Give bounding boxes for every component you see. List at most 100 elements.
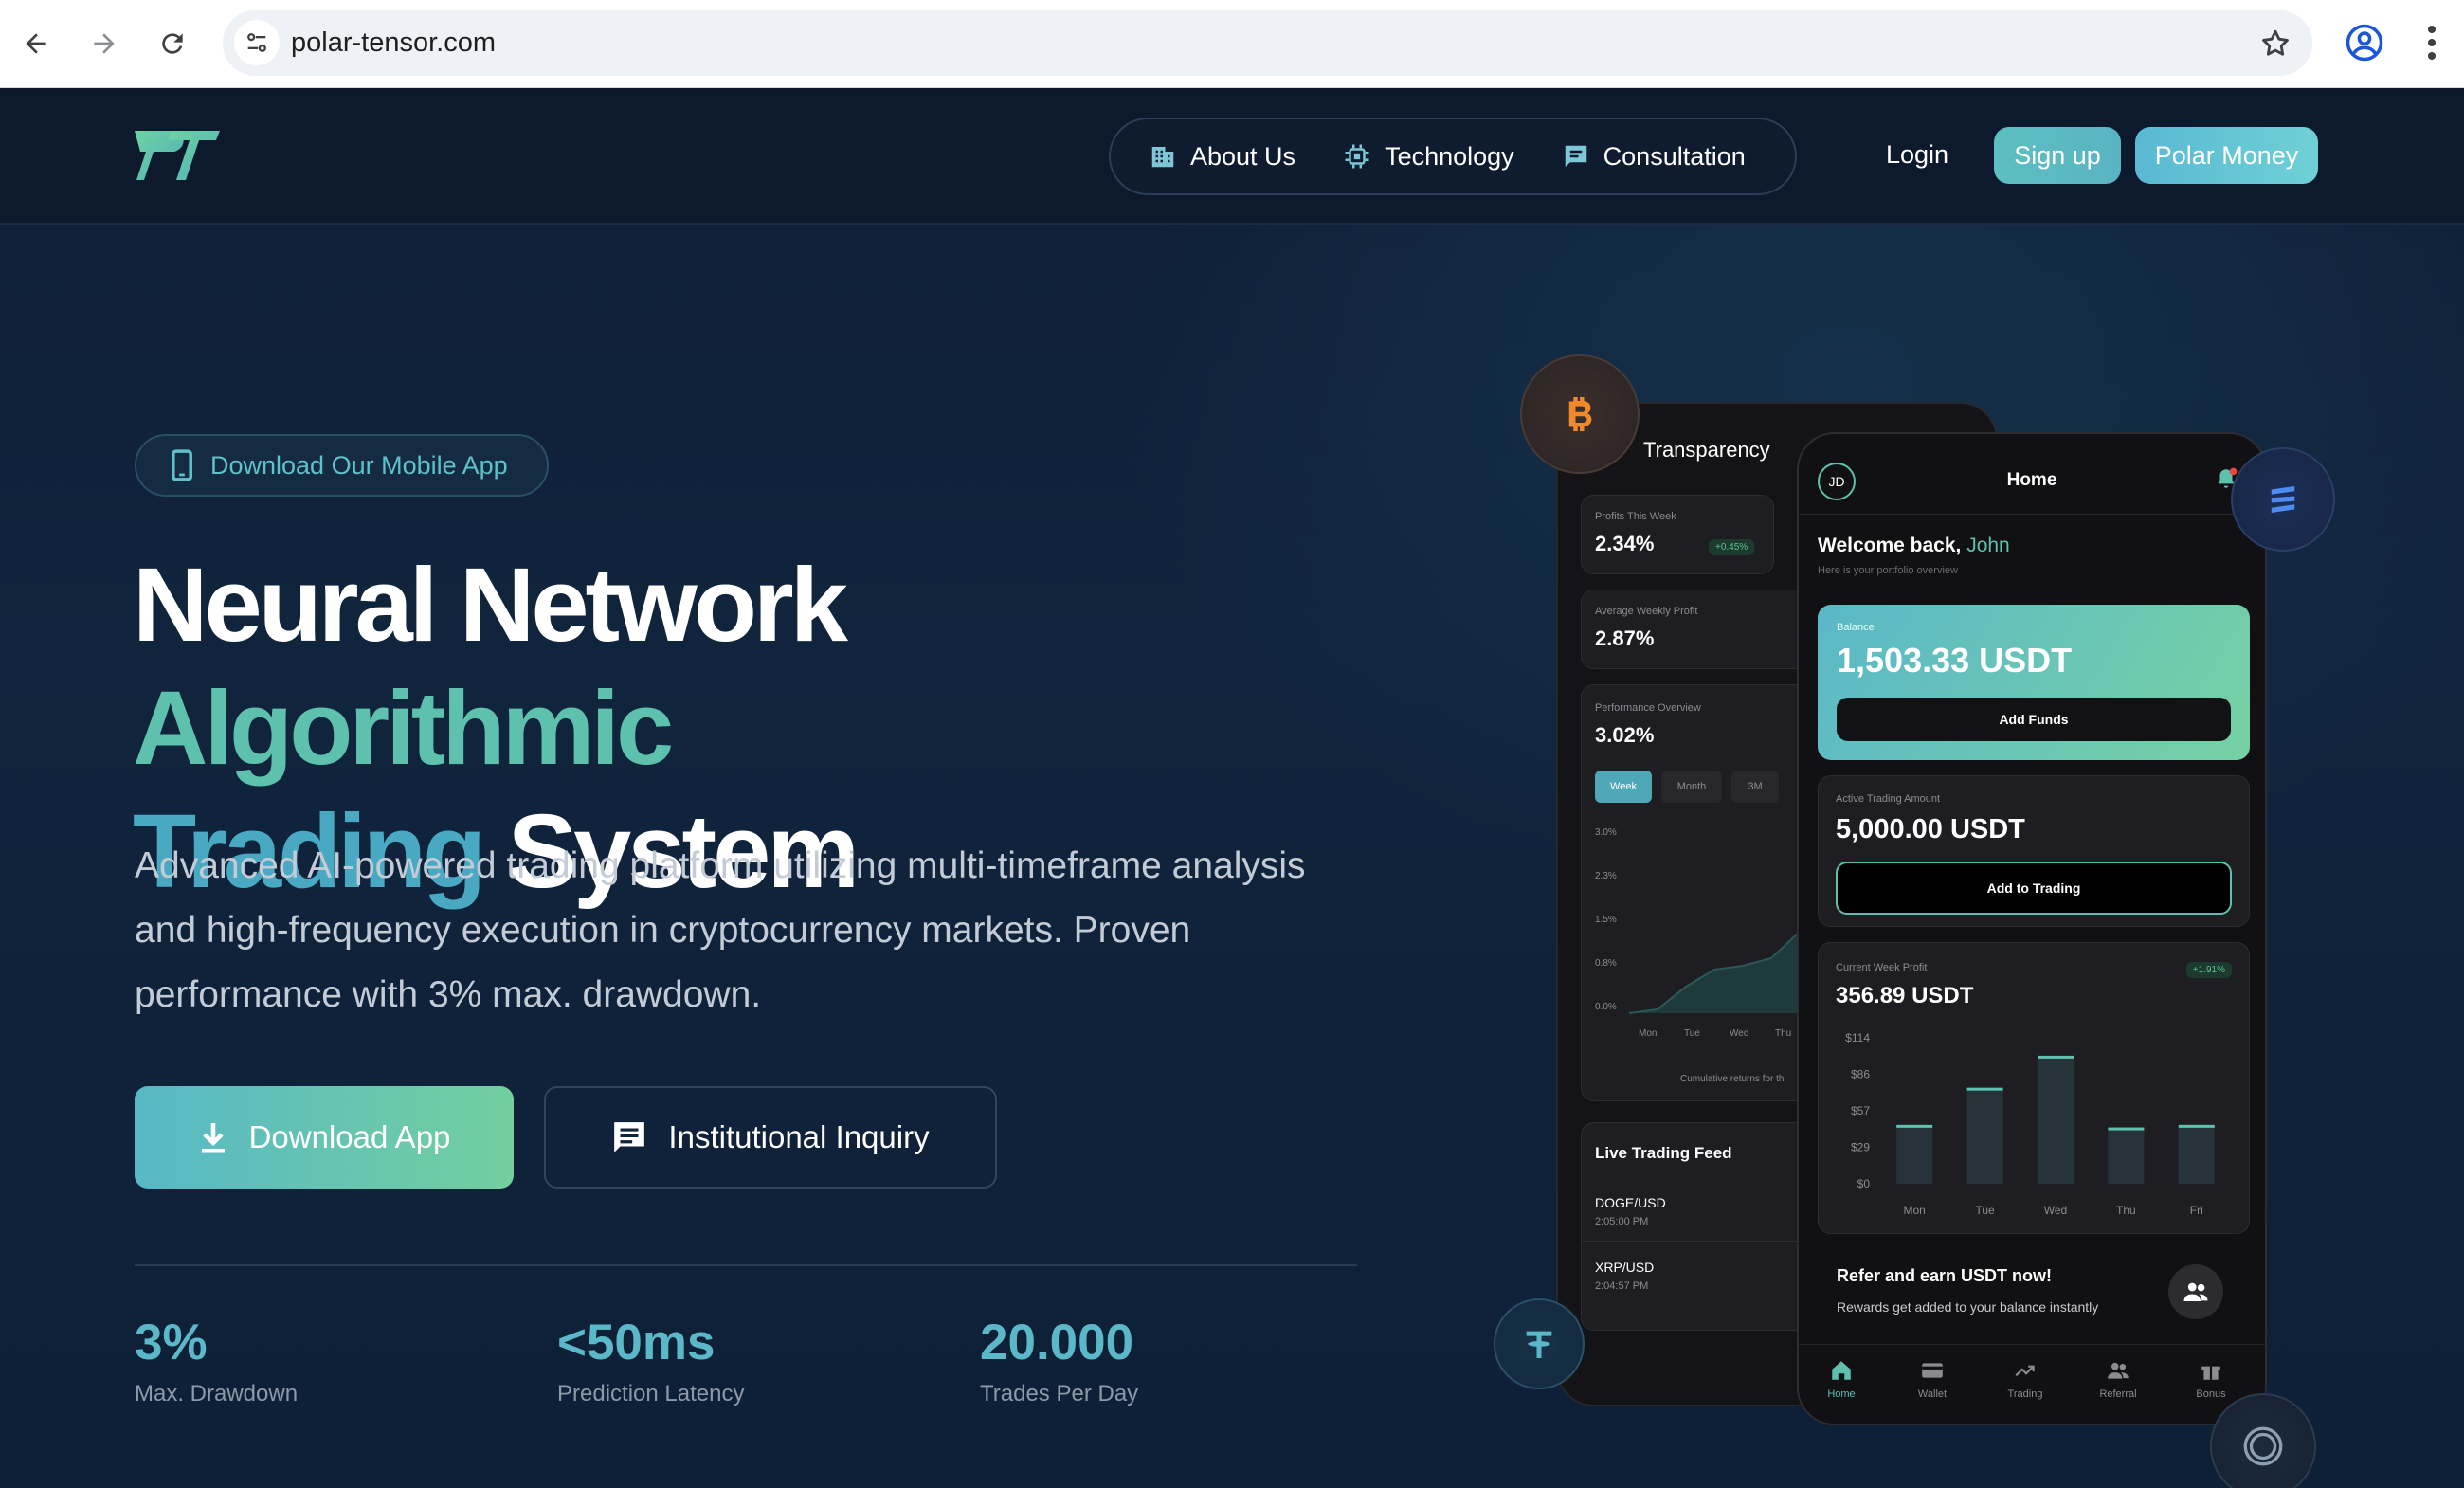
user-name: John	[1966, 535, 2010, 556]
tab-label: Home	[1827, 1388, 1856, 1400]
home-phone-header: JD Home	[1799, 434, 2265, 515]
x-tick-label: Fri	[2190, 1204, 2203, 1217]
signup-button[interactable]: Sign up	[1994, 127, 2121, 184]
referral-button[interactable]	[2168, 1264, 2223, 1319]
tab-home[interactable]: Home	[1799, 1358, 1884, 1400]
week-profit-value: 356.89 USDT	[1836, 983, 1974, 1008]
chart-caption: Cumulative returns for th	[1680, 1074, 1785, 1084]
site-info-button[interactable]	[234, 20, 280, 65]
back-button[interactable]	[13, 21, 59, 66]
y-tick: 2.3%	[1595, 871, 1617, 881]
x-tick: Mon	[1639, 1028, 1658, 1039]
y-tick: 0.8%	[1595, 958, 1617, 969]
profits-week-value: 2.34%	[1595, 532, 1655, 555]
segment-3m[interactable]: 3M	[1731, 771, 1779, 803]
trend-icon	[2015, 1365, 2035, 1377]
download-mobile-app-badge[interactable]: Download Our Mobile App	[135, 434, 549, 497]
bar-top-wed	[2038, 1055, 2074, 1059]
download-app-button[interactable]: Download App	[135, 1086, 514, 1189]
stacked-lines-icon	[2271, 486, 2295, 513]
pt-logo[interactable]	[133, 123, 222, 182]
bar-top-thu	[2108, 1127, 2145, 1131]
tab-wallet[interactable]: Wallet	[1890, 1358, 1975, 1400]
balance-card: Balance 1,503.33 USDT Add Funds	[1818, 605, 2250, 760]
hero-description: Advanced AI-powered trading platform uti…	[135, 845, 1306, 1015]
nav-technology-label: Technology	[1385, 141, 1514, 171]
y-tick-label: $0	[1857, 1177, 1871, 1190]
profits-week-label: Profits This Week	[1595, 511, 1676, 522]
segment-month[interactable]: Month	[1661, 771, 1722, 803]
active-trading-card: Active Trading Amount 5,000.00 USDT Add …	[1818, 775, 2250, 927]
reload-icon	[162, 33, 183, 54]
institutional-inquiry-label: Institutional Inquiry	[668, 1119, 930, 1154]
segment-week[interactable]: Week	[1595, 771, 1652, 803]
nav-technology[interactable]: Technology	[1343, 142, 1514, 172]
x-tick: Thu	[1775, 1028, 1792, 1039]
forward-button[interactable]	[82, 21, 127, 66]
stats-divider	[135, 1264, 1357, 1266]
site-header: About Us Technology Consultation Login S…	[0, 89, 2464, 225]
stat-max-drawdown: 3% Max. Drawdown	[135, 1314, 298, 1407]
feed-time: 2:04:57 PM	[1595, 1280, 1649, 1292]
people-icon	[2183, 1282, 2208, 1301]
polar-money-button[interactable]: Polar Money	[2135, 127, 2318, 184]
nav-about-us[interactable]: About Us	[1149, 142, 1295, 172]
active-trading-value: 5,000.00 USDT	[1836, 814, 2025, 844]
week-profit-bar-chart: $114 $86 $57 $29 $0 Mon Tue Wed Thu Fri	[1845, 1031, 2215, 1217]
tab-trading[interactable]: Trading	[1983, 1358, 2068, 1400]
main-nav: About Us Technology Consultation	[1109, 118, 1797, 195]
x-tick-label: Tue	[1975, 1204, 1995, 1217]
reload-button[interactable]	[150, 21, 195, 66]
tether-coin	[1494, 1298, 1585, 1389]
browser-chrome: polar-tensor.com	[0, 0, 2464, 88]
add-funds-button[interactable]: Add Funds	[1837, 698, 2231, 741]
avg-weekly-value: 2.87%	[1595, 626, 1655, 650]
tab-label: Trading	[2007, 1388, 2043, 1400]
balance-label: Balance	[1837, 622, 1875, 633]
nav-consultation-label: Consultation	[1603, 141, 1746, 171]
tab-bonus[interactable]: Bonus	[2168, 1358, 2254, 1400]
x-tick: Wed	[1730, 1028, 1749, 1039]
bar-mon	[1896, 1124, 1933, 1184]
gift-icon	[2201, 1366, 2220, 1380]
y-tick-label: $57	[1851, 1104, 1870, 1117]
headline-part-1: Neural Network	[133, 547, 848, 663]
home-title: Home	[2006, 470, 2057, 490]
eth-coin	[2231, 447, 2335, 552]
avg-weekly-card: Average Weekly Profit 2.87%	[1581, 590, 1827, 669]
institutional-inquiry-button[interactable]: Institutional Inquiry	[544, 1086, 997, 1189]
tab-label: Wallet	[1917, 1388, 1948, 1400]
week-profit-change: +1.91%	[2185, 962, 2232, 978]
bar-tue	[1966, 1087, 2003, 1184]
stat-trades-per-day: 20.000 Trades Per Day	[980, 1314, 1138, 1407]
add-to-trading-button[interactable]: Add to Trading	[1836, 862, 2232, 915]
bar-top-mon	[1896, 1124, 1933, 1128]
tab-referral[interactable]: Referral	[2075, 1358, 2161, 1400]
polar-coin	[2210, 1393, 2316, 1488]
week-profit-label: Current Week Profit	[1836, 962, 1928, 973]
feed-pair: DOGE/USD	[1595, 1195, 1666, 1210]
home-phone: JD Home Welcome back, John Here is your …	[1797, 432, 2267, 1425]
x-tick-label: Thu	[2116, 1204, 2136, 1217]
nav-about-us-label: About Us	[1190, 141, 1296, 171]
nav-consultation[interactable]: Consultation	[1562, 142, 1746, 172]
more-menu-icon[interactable]	[2422, 23, 2441, 63]
x-tick-label: Mon	[1904, 1204, 1926, 1217]
login-link[interactable]: Login	[1886, 140, 1948, 170]
bookmark-star-icon[interactable]	[2259, 27, 2292, 60]
headline-part-2: Algorithmic	[133, 670, 674, 787]
feed-divider	[1582, 1241, 1826, 1242]
welcome-subtitle: Here is your portfolio overview	[1818, 565, 1958, 576]
profile-icon[interactable]	[2345, 23, 2384, 63]
url-text[interactable]: polar-tensor.com	[291, 27, 496, 59]
page: About Us Technology Consultation Login S…	[0, 89, 2464, 1488]
refer-title: Refer and earn USDT now!	[1837, 1266, 2053, 1285]
stat-label: Prediction Latency	[557, 1381, 745, 1406]
tether-icon	[1526, 1331, 1552, 1358]
address-bar[interactable]: polar-tensor.com	[223, 10, 2312, 76]
download-app-label: Download App	[248, 1119, 451, 1154]
smartphone-icon	[172, 449, 192, 481]
active-trading-label: Active Trading Amount	[1836, 793, 1941, 805]
performance-value: 3.02%	[1595, 723, 1655, 747]
stat-value: 3%	[135, 1315, 208, 1370]
